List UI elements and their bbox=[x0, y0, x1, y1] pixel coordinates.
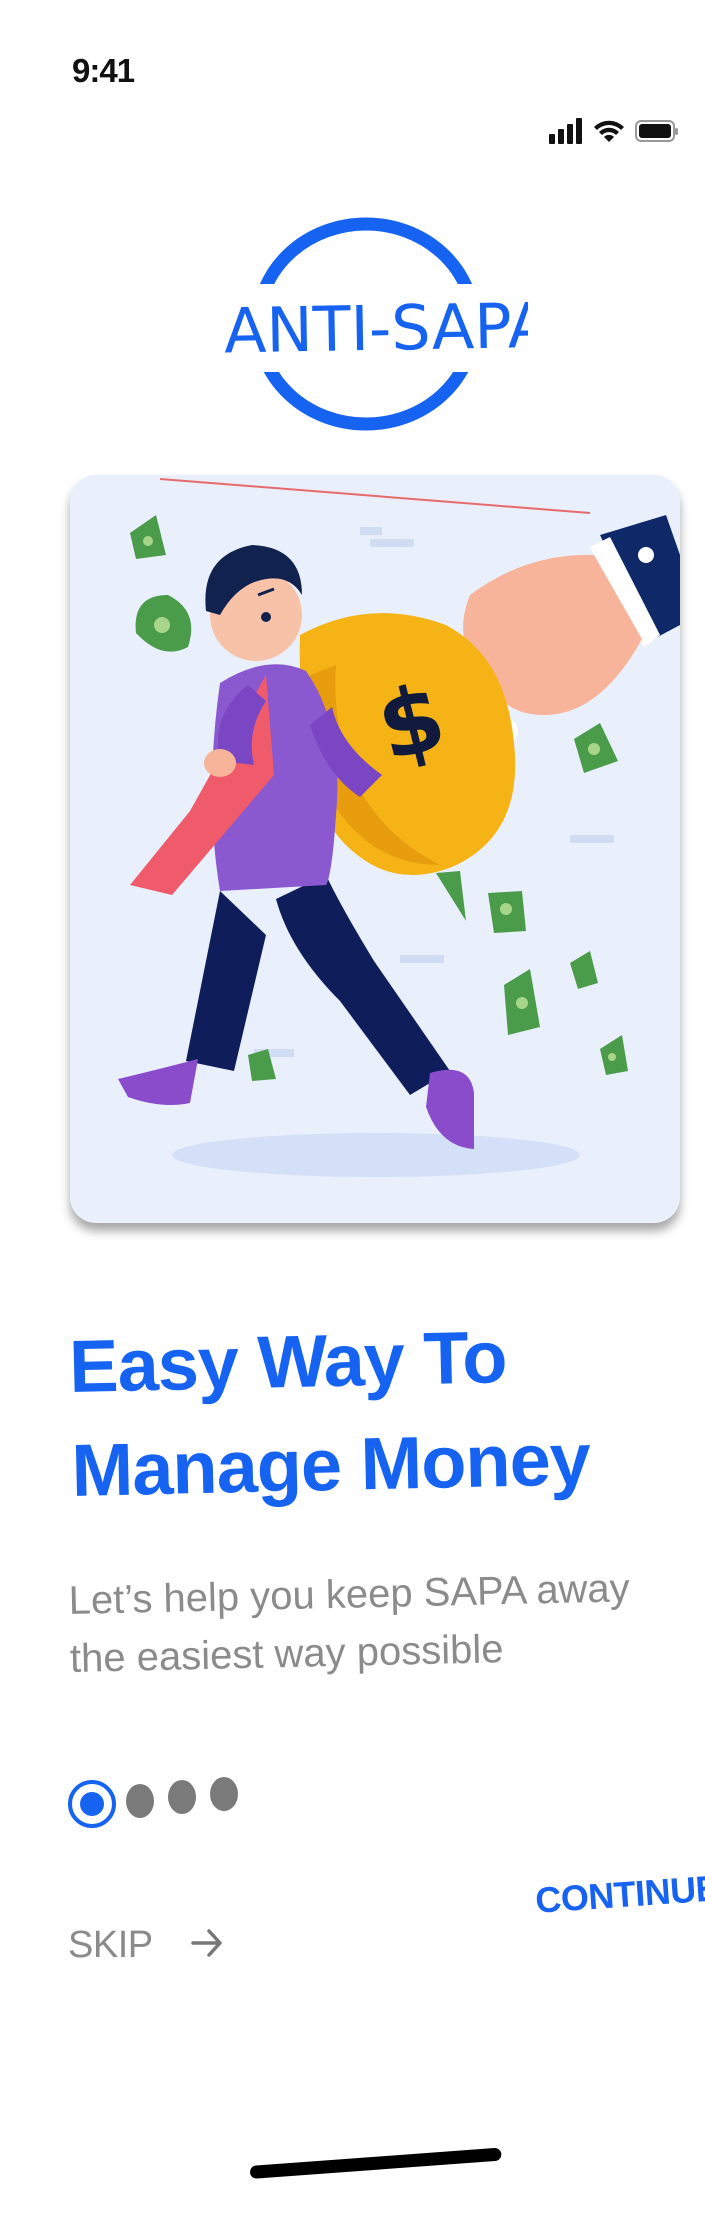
onboarding-subtitle: Let’s help you keep SAPA away the easies… bbox=[68, 1566, 631, 1681]
status-time: 9:41 bbox=[72, 52, 135, 89]
skip-button[interactable]: SKIP bbox=[68, 1924, 225, 1967]
page-indicator bbox=[68, 1776, 268, 1836]
page-dot-active[interactable] bbox=[68, 1780, 116, 1828]
wifi-icon bbox=[593, 118, 625, 144]
page-dot[interactable] bbox=[168, 1780, 196, 1814]
money-bag-illustration-icon: $ bbox=[118, 478, 680, 1177]
onboarding-title: Easy Way To Manage Money bbox=[68, 1301, 673, 1523]
title-line-1: Easy Way To bbox=[68, 1315, 508, 1408]
skip-label: SKIP bbox=[68, 1924, 153, 1966]
anti-sapa-logo: ANTI-SAPA bbox=[218, 210, 528, 438]
hero-illustration: $ bbox=[70, 475, 680, 1223]
status-icons bbox=[549, 118, 679, 144]
cellular-signal-icon bbox=[549, 118, 583, 144]
home-indicator[interactable] bbox=[249, 2147, 502, 2179]
battery-icon bbox=[635, 118, 679, 144]
title-line-2: Manage Money bbox=[70, 1417, 591, 1512]
page-dot[interactable] bbox=[126, 1784, 154, 1818]
page-dot[interactable] bbox=[210, 1777, 238, 1811]
arrow-right-icon bbox=[189, 1925, 225, 1966]
continue-button[interactable]: CONTINUE bbox=[534, 1867, 705, 1922]
logo-text: ANTI-SAPA bbox=[223, 289, 528, 368]
